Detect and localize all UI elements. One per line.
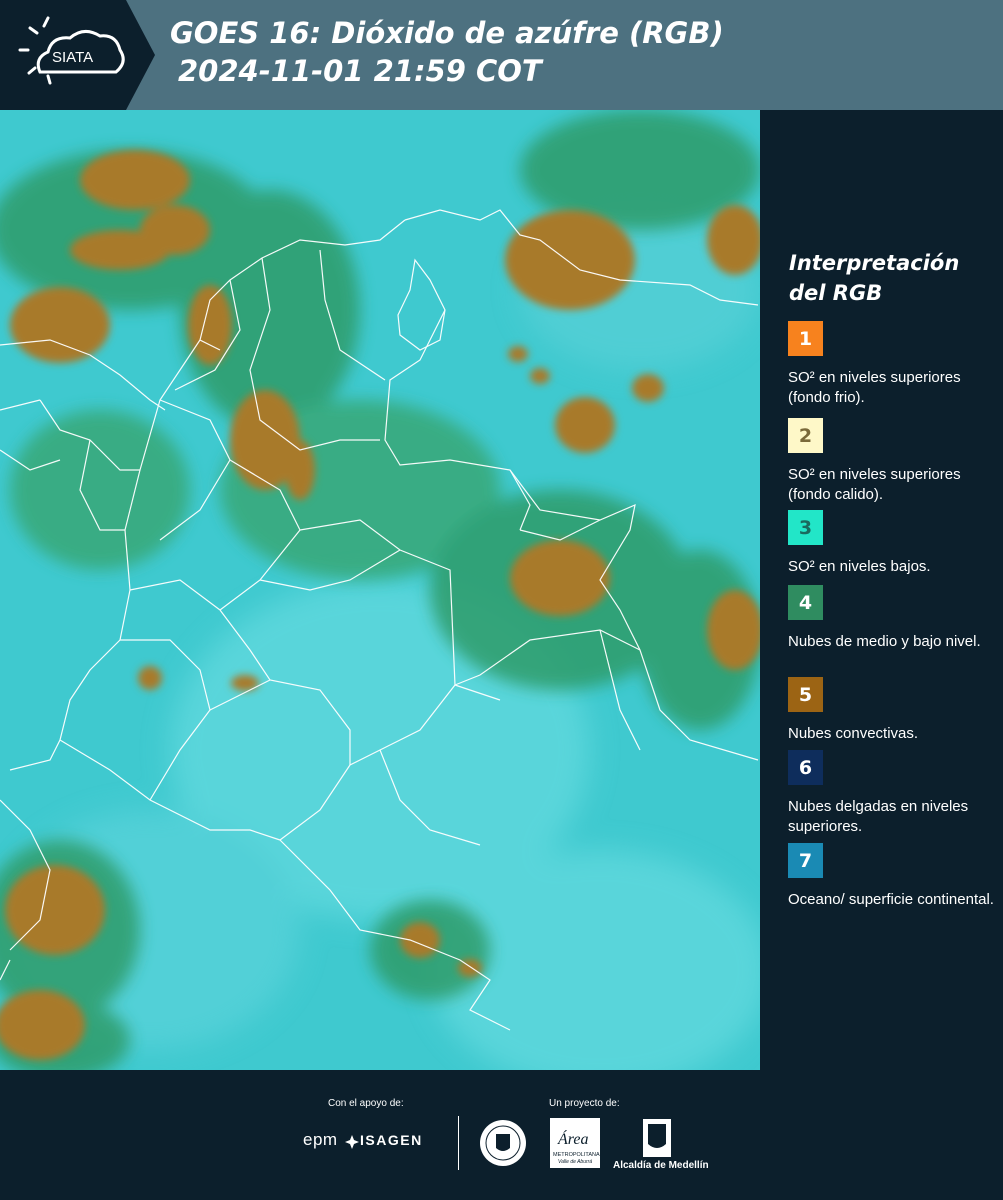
siata-logo: SIATA [0, 0, 158, 110]
legend-item-3: 3 SO² en niveles bajos. [788, 510, 998, 577]
legend-swatch-6: 6 [788, 750, 823, 785]
page-title: GOES 16: Dióxido de azúfre (RGB) [170, 16, 724, 50]
page-timestamp: 2024-11-01 21:59 COT [178, 54, 542, 88]
siata-logo-text: SIATA [52, 49, 93, 66]
legend-item-1: 1 SO² en niveles superiores (fondo frio)… [788, 321, 998, 408]
svg-text:METROPOLITANA: METROPOLITANA [553, 1152, 600, 1158]
legend-swatch-3: 3 [788, 510, 823, 545]
legend-item-7: 7 Oceano/ superficie continental. [788, 843, 998, 910]
legend-title: Interpretación del RGB [789, 251, 960, 305]
epm-logo: epm [303, 1130, 338, 1149]
footer-divider [458, 1116, 459, 1170]
legend-text-6: Nubes delgadas en niveles superiores. [788, 798, 969, 835]
legend-swatch-1: 1 [788, 321, 823, 356]
legend-text-1: SO² en niveles superiores (fondo frio). [788, 369, 961, 406]
medellin-seal-icon [480, 1120, 526, 1166]
legend-swatch-7: 7 [788, 843, 823, 878]
legend-swatch-4: 4 [788, 585, 823, 620]
satellite-map [0, 110, 760, 1070]
legend-swatch-5: 5 [788, 677, 823, 712]
alcaldia-text: Alcaldía de Medellín [613, 1160, 709, 1171]
legend-text-3: SO² en niveles bajos. [788, 558, 931, 575]
legend-text-7: Oceano/ superficie continental. [788, 891, 994, 908]
legend-text-4: Nubes de medio y bajo nivel. [788, 633, 981, 650]
alcaldia-shield-icon [643, 1119, 671, 1157]
satellite-imagery [0, 110, 760, 1070]
isagen-logo-icon [345, 1135, 359, 1149]
area-metropolitana-logo: Área METROPOLITANA Valle de Aburrá [550, 1118, 600, 1168]
legend-panel: Interpretación del RGB 1 SO² en niveles … [760, 110, 1003, 1070]
title-block: GOES 16: Dióxido de azúfre (RGB) 2024-11… [170, 14, 724, 90]
svg-text:Valle de Aburrá: Valle de Aburrá [558, 1159, 592, 1165]
footer: Con el apoyo de: Un proyecto de: epm ISA… [0, 1070, 1003, 1200]
legend-text-5: Nubes convectivas. [788, 725, 919, 742]
isagen-logo: ISAGEN [360, 1132, 423, 1148]
legend-item-2: 2 SO² en niveles superiores (fondo calid… [788, 418, 998, 505]
project-label: Un proyecto de: [549, 1098, 620, 1109]
svg-text:Área: Área [557, 1129, 589, 1148]
legend-item-4: 4 Nubes de medio y bajo nivel. [788, 585, 998, 652]
legend-item-6: 6 Nubes delgadas en niveles superiores. [788, 750, 998, 837]
legend-text-2: SO² en niveles superiores (fondo calido)… [788, 466, 961, 503]
legend-item-5: 5 Nubes convectivas. [788, 677, 998, 744]
legend-swatch-2: 2 [788, 418, 823, 453]
header: SIATA GOES 16: Dióxido de azúfre (RGB) 2… [0, 0, 1003, 110]
support-label: Con el apoyo de: [328, 1098, 404, 1109]
